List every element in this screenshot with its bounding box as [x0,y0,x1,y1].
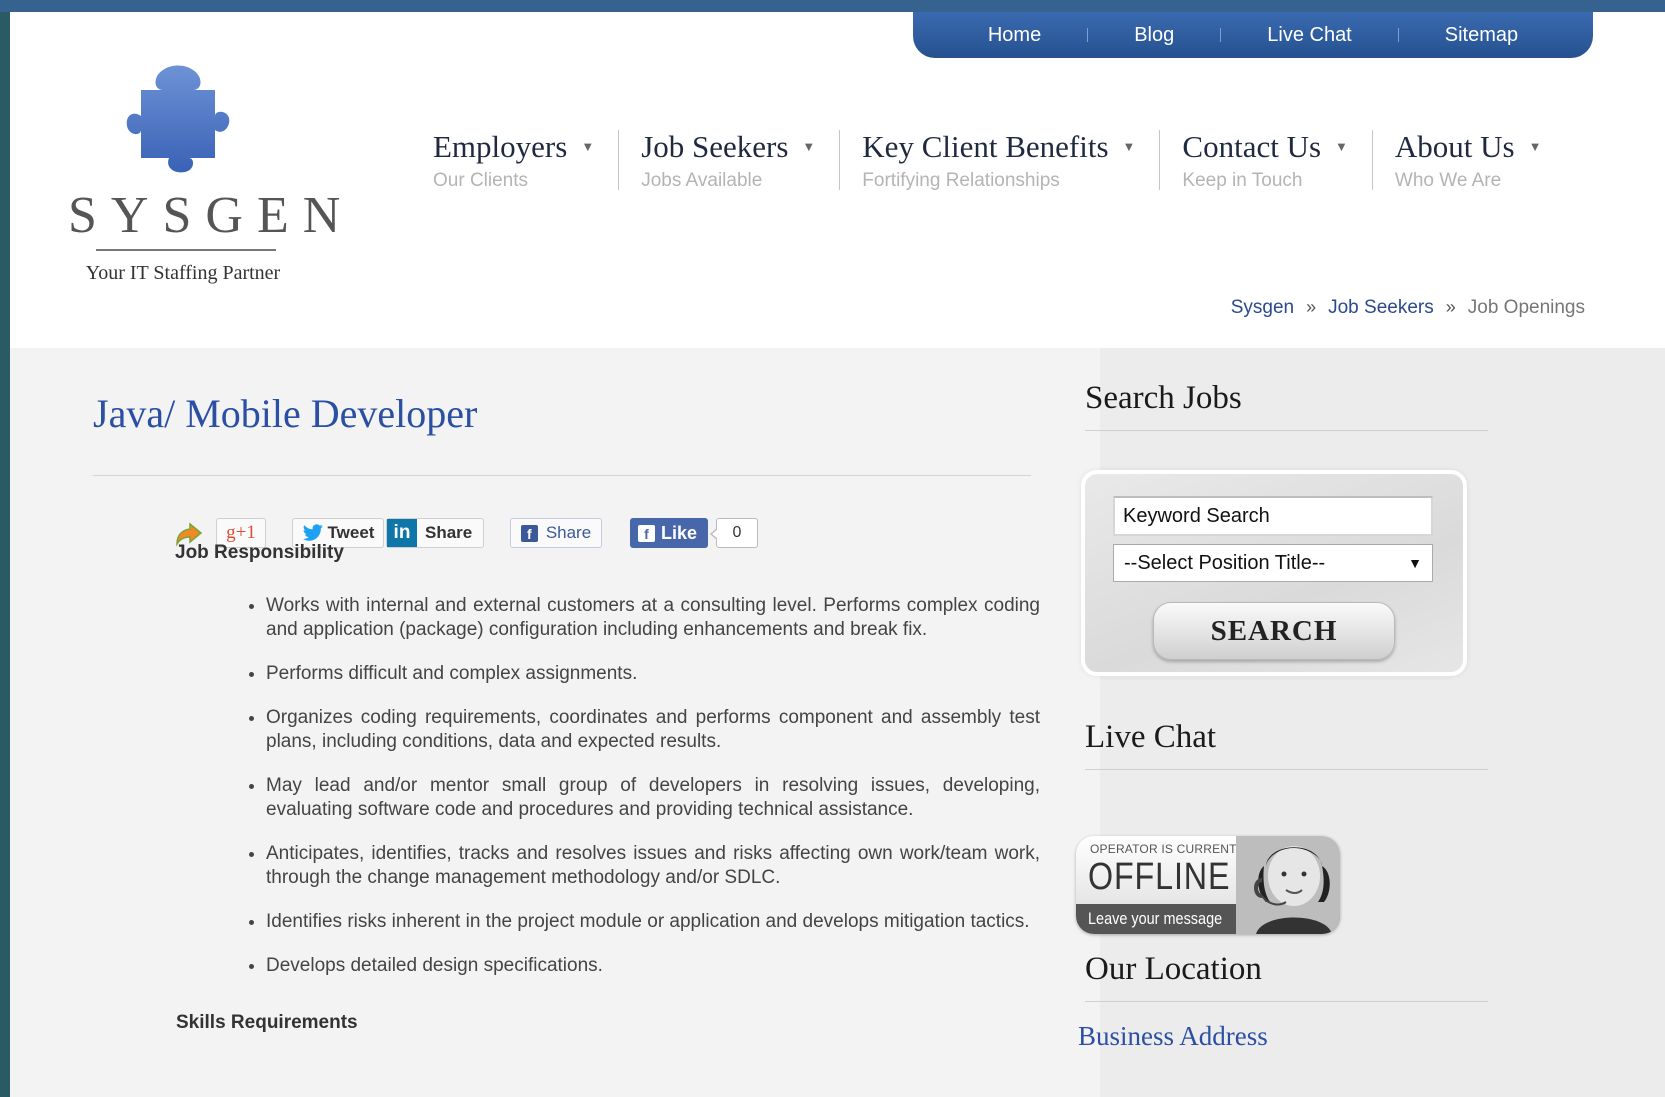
facebook-share-label: Share [545,523,592,542]
page-frame: Home Blog Live Chat Sitemap SYSGEN Your … [10,12,1665,1097]
sidebar-divider [1085,769,1488,770]
breadcrumb-separator: » [1306,297,1317,317]
content-area: Java/ Mobile Developer g +1 Tweet in Shar… [10,348,1665,1097]
nav-item-employers[interactable]: Employers ▼ Our Clients [423,129,618,192]
sidebar-divider [1085,1001,1488,1002]
linkedin-share-label: Share [425,523,473,542]
breadcrumb: Sysgen » Job Seekers » Job Openings [1231,297,1585,319]
list-item: Anticipates, identifies, tracks and reso… [266,842,1040,890]
search-jobs-heading: Search Jobs [1085,380,1242,416]
nav-title: Key Client Benefits [862,129,1109,164]
nav-item-key-client-benefits[interactable]: Key Client Benefits ▼ Fortifying Relation… [839,129,1159,191]
caret-down-icon: ▼ [1335,139,1348,154]
util-nav-blog[interactable]: Blog [1088,24,1220,47]
breadcrumb-current: Job Openings [1467,297,1585,318]
job-responsibility-heading: Job Responsibility [175,542,344,563]
nav-item-about-us[interactable]: About Us ▼ Who We Are [1371,129,1566,191]
breadcrumb-job-seekers[interactable]: Job Seekers [1328,297,1434,319]
puzzle-logo-icon [126,65,230,173]
list-item: Develops detailed design specifications. [266,954,1040,978]
support-agent-icon [1236,836,1340,934]
list-item: May lead and/or mentor small group of de… [266,774,1040,822]
util-nav-home[interactable]: Home [942,24,1087,47]
logo-underline [96,249,276,251]
util-nav-live-chat[interactable]: Live Chat [1221,24,1398,47]
nav-subtitle: Our Clients [433,170,529,191]
chat-status: OFFLINE [1088,856,1231,898]
chat-status-caption: OPERATOR IS CURRENTLY [1090,842,1251,856]
our-location-heading: Our Location [1085,951,1262,987]
linkedin-share-button[interactable]: in Share [386,518,484,548]
nav-item-job-seekers[interactable]: Job Seekers ▼ Jobs Available [618,129,839,191]
google-plus-icon: g [226,522,236,543]
nav-title: Employers [433,129,568,164]
position-select-value: --Select Position Title-- [1124,551,1326,574]
util-nav-sitemap[interactable]: Sitemap [1399,24,1564,47]
nav-subtitle: Who We Are [1394,170,1502,191]
nav-subtitle: Keep in Touch [1182,170,1303,191]
main-nav: Employers ▼ Our Clients Job Seekers ▼ Jobs… [423,129,1566,192]
search-button[interactable]: SEARCH [1153,602,1395,660]
chat-message: Leave your message [1088,909,1223,928]
facebook-icon: f [638,524,655,542]
breadcrumb-separator: » [1445,297,1456,317]
nav-title: Job Seekers [641,129,789,164]
logo-wordmark: SYSGEN [68,187,355,244]
skills-requirements-heading: Skills Requirements [176,1012,358,1033]
facebook-share-button[interactable]: f Share [510,518,602,548]
nav-title: About Us [1394,129,1515,164]
facebook-like-button[interactable]: f Like [630,518,708,548]
facebook-like-label: Like [661,522,698,543]
linkedin-icon: in [387,519,417,547]
logo-tagline: Your IT Staffing Partner [85,262,281,284]
like-count: 0 [710,518,758,548]
caret-down-icon: ▼ [802,139,816,154]
caret-down-icon: ▼ [581,139,595,154]
nav-subtitle: Fortifying Relationships [862,170,1060,191]
breadcrumb-sysgen[interactable]: Sysgen [1231,297,1294,319]
caret-down-icon: ▼ [1528,139,1542,154]
keyword-search-input[interactable] [1113,496,1433,536]
list-item: Performs difficult and complex assignmen… [266,662,1040,686]
nav-item-contact-us[interactable]: Contact Us ▼ Keep in Touch [1159,129,1372,191]
live-chat-heading: Live Chat [1085,719,1217,755]
list-item: Organizes coding requirements, coordinat… [266,706,1040,754]
business-address-link[interactable]: Business Address [1078,1021,1268,1052]
caret-down-icon: ▼ [1122,139,1136,154]
top-strip [0,0,1665,12]
position-title-select[interactable]: --Select Position Title-- ▼ [1113,544,1433,582]
facebook-icon: f [520,524,538,542]
live-chat-offline-badge[interactable]: OPERATOR IS CURRENTLY OFFLINE Leave your… [1076,836,1340,934]
list-item: Identifies risks inherent in the project… [266,910,1040,934]
google-plus-label: +1 [235,522,256,543]
utility-nav: Home Blog Live Chat Sitemap [913,12,1593,58]
sidebar-divider [1085,430,1488,431]
title-divider [93,475,1031,476]
twitter-bird-icon [302,524,323,541]
page-title: Java/ Mobile Developer [93,391,478,436]
responsibility-list: Works with internal and external custome… [226,594,1040,998]
site-logo[interactable]: SYSGEN Your IT Staffing Partner [68,64,355,284]
list-item: Works with internal and external custome… [266,594,1040,642]
dropdown-arrow-icon: ▼ [1408,555,1422,571]
nav-subtitle: Jobs Available [641,170,763,191]
nav-title: Contact Us [1182,129,1322,164]
job-search-form: --Select Position Title-- ▼ SEARCH [1081,470,1467,676]
tweet-label: Tweet [327,523,375,542]
